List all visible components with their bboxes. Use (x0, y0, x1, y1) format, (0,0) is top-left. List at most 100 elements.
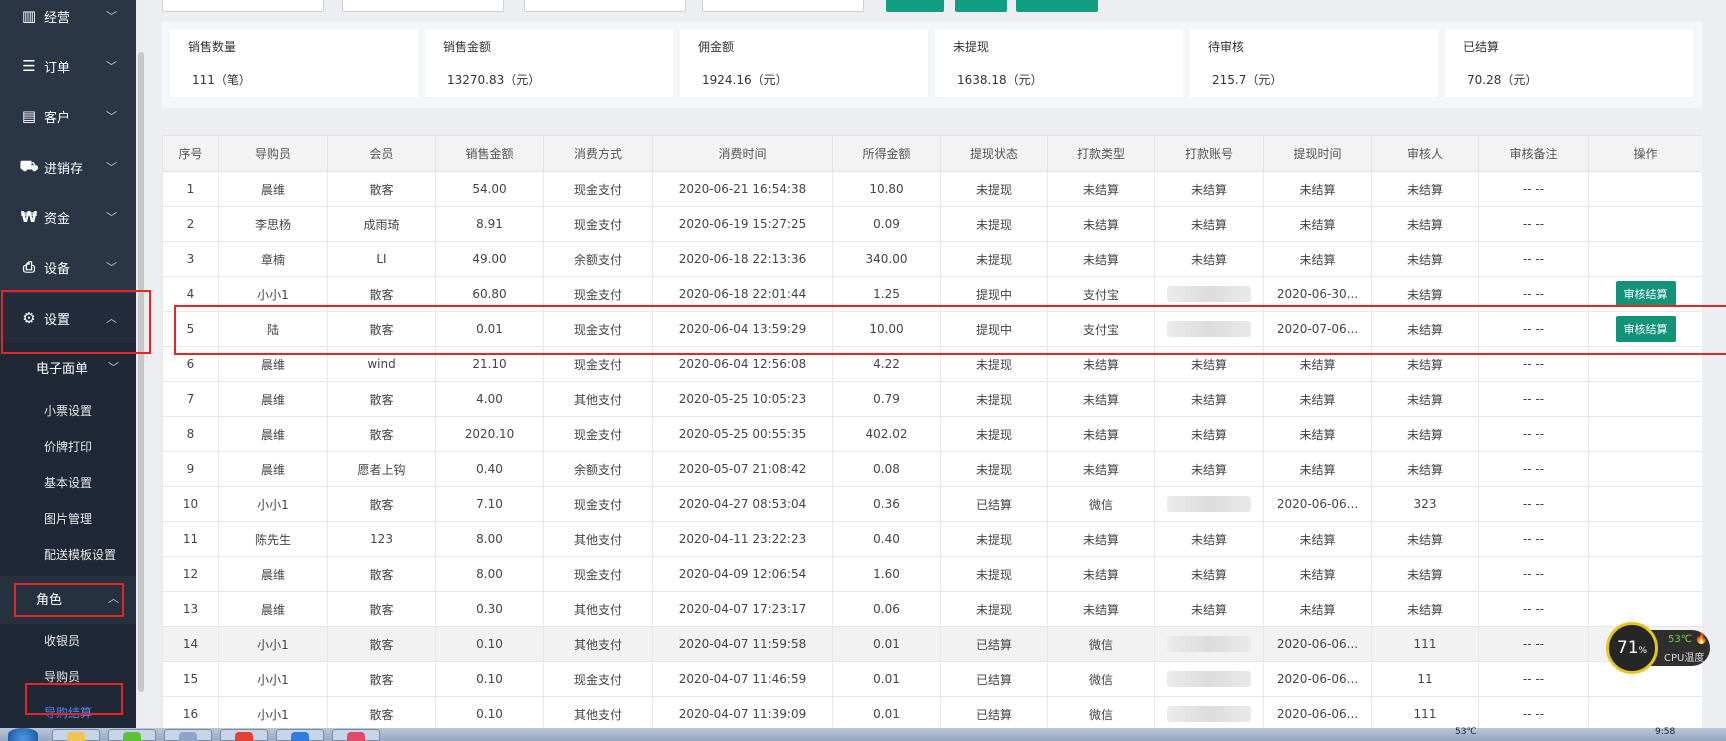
query-button[interactable] (886, 0, 944, 12)
table-cell: 晨维 (218, 171, 328, 207)
table-cell: 3 (162, 241, 219, 277)
table-cell: 0.10 (435, 626, 544, 662)
table-header-row: 序号 导购员 会员 销售金额 消费方式 消费时间 所得金额 提现状态 打款类型 打款账号 提现时间审… (162, 135, 1702, 172)
app-red-icon (347, 732, 365, 741)
scrollbar-thumb[interactable] (138, 52, 144, 692)
table-cell: 未结算 (1371, 171, 1479, 207)
table-cell (1588, 346, 1702, 382)
taskbar-app-chrome[interactable] (220, 729, 268, 741)
table-cell: 5 (162, 311, 219, 347)
submenu-item-shopping-guide[interactable]: 导购员 (44, 668, 80, 685)
table-cell: -- -- (1478, 381, 1589, 417)
menu-item-orders[interactable]: ☰ 订单 ﹀ (0, 41, 136, 91)
table-cell: 现金支付 (543, 206, 653, 242)
table-cell: 2020-05-07 21:08:42 (652, 451, 833, 487)
table-cell: 2020-06-18 22:01:44 (652, 276, 833, 312)
table-row: 16 小小1 散客 0.10 其他支付 2020-04-07 11:39:09 0.01 已结… (162, 696, 1702, 728)
taskbar-app-red[interactable] (332, 729, 380, 741)
submenu-item-receipt-settings[interactable]: 小票设置 (44, 402, 92, 419)
table-cell: LI (327, 241, 436, 277)
table-cell: 现金支付 (543, 661, 653, 697)
submenu-item-delivery-template[interactable]: 配送模板设置 (44, 546, 116, 563)
keyword-input[interactable] (162, 0, 324, 12)
audit-settle-button[interactable]: 审核结算 (1615, 281, 1676, 307)
table-cell: 未结算 (1047, 346, 1155, 382)
table-cell: -- -- (1478, 206, 1589, 242)
table-cell (1588, 486, 1702, 522)
table-cell: 11 (162, 521, 219, 557)
submenu-item-basic-settings[interactable]: 基本设置 (44, 474, 92, 491)
redacted-account (1167, 636, 1251, 652)
table-cell: 2020-06-06... (1263, 661, 1372, 697)
table-cell: 16 (162, 696, 219, 728)
table-cell (1154, 626, 1264, 662)
table-cell: 0.01 (832, 626, 941, 662)
taskbar-app-wechat[interactable] (108, 729, 156, 741)
submenu-item-cashier[interactable]: 收银员 (44, 632, 80, 649)
table-cell (1588, 206, 1702, 242)
start-button-icon[interactable] (8, 728, 38, 741)
table-cell: 2020-04-27 08:53:04 (652, 486, 833, 522)
menu-item-inventory[interactable]: ⛟ 进销存 ﹀ (0, 142, 136, 192)
taskbar-clock[interactable]: 9:58 (1655, 728, 1675, 737)
table-cell: 其他支付 (543, 591, 653, 627)
table-cell: 散客 (327, 661, 436, 697)
table-cell: 未结算 (1371, 556, 1479, 592)
cpu-temperature-widget[interactable]: 71% 53℃ 🔥 CPU温度 (1606, 622, 1710, 674)
table-cell: 323 (1371, 486, 1479, 522)
column-header: 消费方式 (543, 135, 653, 172)
table-cell: 散客 (327, 486, 436, 522)
table-cell: 0.40 (832, 521, 941, 557)
taskbar: 53℃ 9:58 (0, 728, 1726, 741)
menu-item-devices[interactable]: ⎙ 设备 ﹀ (0, 242, 136, 292)
submenu-group-role[interactable]: 角色 ︿ (0, 576, 136, 620)
table-cell (1154, 486, 1264, 522)
submenu-item-guide-settlement[interactable]: 导购结算 (44, 704, 92, 721)
table-cell: 现金支付 (543, 346, 653, 382)
audit-settle-button[interactable]: 审核结算 (1615, 316, 1676, 342)
table-cell: 小小1 (218, 486, 328, 522)
table-cell: 散客 (327, 171, 436, 207)
table-cell: 其他支付 (543, 521, 653, 557)
table-row: 10 小小1 散客 7.10 现金支付 2020-04-27 08:53:04 0.36 已结… (162, 486, 1702, 522)
table-row: 4 小小1 散客 60.80 现金支付 2020-06-18 22:01:44 1.25 提现… (162, 276, 1702, 312)
table-cell: 未结算 (1371, 451, 1479, 487)
chevron-up-icon: ︿ (106, 312, 117, 325)
column-header: 打款类型 (1047, 135, 1155, 172)
table-cell (1588, 171, 1702, 207)
table-cell: 6 (162, 346, 219, 382)
taskbar-app-folder[interactable] (52, 729, 100, 741)
sidebar-scrollbar[interactable] (136, 0, 148, 728)
menu-item-funds[interactable]: ₩ 资金 ﹀ (0, 192, 136, 242)
table-cell: 2020-05-25 00:55:35 (652, 416, 833, 452)
start-date-input[interactable] (342, 0, 504, 12)
table-cell: -- -- (1478, 486, 1589, 522)
menu-item-business[interactable]: ▥ 经营 ﹀ (0, 0, 136, 41)
table-cell: 未结算 (1154, 206, 1264, 242)
menu-item-customers[interactable]: ▤ 客户 ﹀ (0, 91, 136, 141)
table-cell: 2020-04-07 11:59:58 (652, 626, 833, 662)
table-row: 1 晨维 散客 54.00 现金支付 2020-06-21 16:54:38 10.80 未提… (162, 171, 1702, 207)
summary-card-not-withdrawn: 未提现 1638.18（元） (935, 30, 1183, 97)
table-row: 9 晨维 愿者上钩 0.40 余额支付 2020-05-07 21:08:42 0.08 未提… (162, 451, 1702, 487)
table-cell: 未结算 (1371, 241, 1479, 277)
batch-audit-button[interactable] (1016, 0, 1098, 12)
status-select[interactable] (702, 0, 864, 12)
submenu-item-image-management[interactable]: 图片管理 (44, 510, 92, 527)
table-cell: 未结算 (1263, 591, 1372, 627)
submenu-group-waybill[interactable]: 电子面单 ﹀ (0, 345, 136, 389)
taskbar-app-blue[interactable] (276, 729, 324, 741)
redacted-account (1167, 671, 1251, 687)
table-cell: 余额支付 (543, 241, 653, 277)
taskbar-app-contacts[interactable] (164, 729, 212, 741)
settlement-table: 序号 导购员 会员 销售金额 消费方式 消费时间 所得金额 提现状态 打款类型 打款账号 提现时间审… (162, 135, 1702, 728)
end-date-input[interactable] (524, 0, 686, 12)
submenu-item-price-tag-print[interactable]: 价牌打印 (44, 438, 92, 455)
menu-item-settings[interactable]: ⚙ 设置 ︿ (0, 293, 136, 343)
table-cell: 未提现 (940, 381, 1048, 417)
table-cell: 10.00 (832, 311, 941, 347)
table-cell: 21.10 (435, 346, 544, 382)
won-icon: ₩ (20, 208, 38, 226)
export-button[interactable] (955, 0, 1007, 12)
table-cell: 未结算 (1154, 591, 1264, 627)
